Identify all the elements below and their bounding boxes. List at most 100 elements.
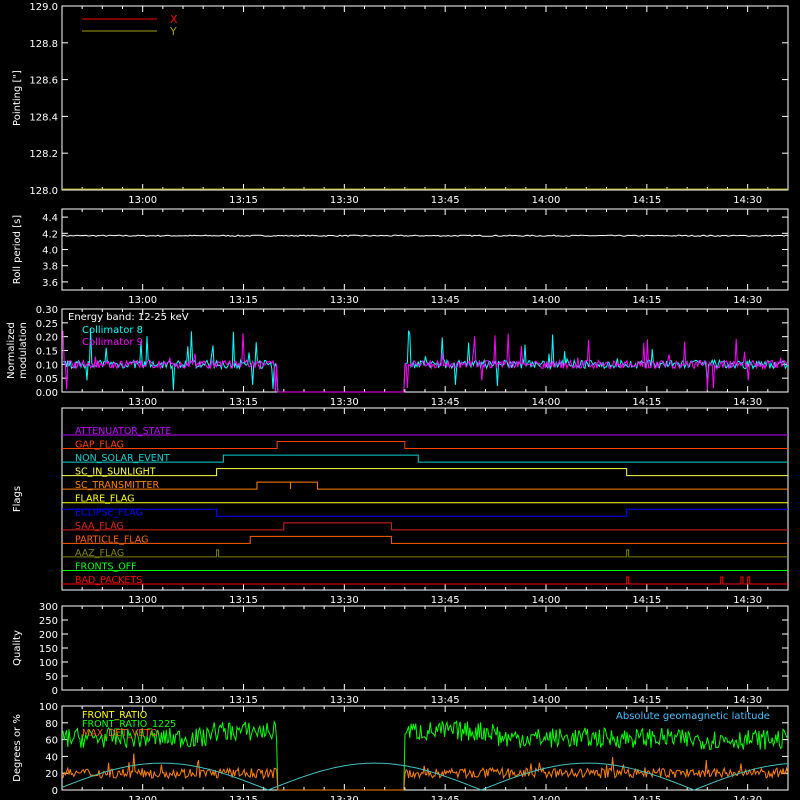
- x-tick-label: 13:30: [330, 795, 359, 800]
- y-tick-label: 129.0: [29, 2, 58, 13]
- x-tick-label: 13:00: [128, 695, 157, 706]
- x-tick-label: 13:30: [330, 397, 359, 408]
- y-tick-label: 20: [45, 769, 58, 780]
- x-tick-label: 14:30: [733, 195, 762, 206]
- x-tick-label: 14:30: [733, 695, 762, 706]
- y-tick-label: 250: [39, 616, 58, 627]
- x-tick-label: 14:00: [532, 195, 561, 206]
- legend-title: Energy band: 12-25 keV: [68, 312, 189, 323]
- y-axis-label: Quality: [12, 630, 23, 666]
- x-tick-label: 13:15: [229, 195, 258, 206]
- y-axis-label: Roll period [s]: [12, 215, 23, 284]
- x-tick-label: 14:30: [733, 397, 762, 408]
- x-tick-label: 13:15: [229, 295, 258, 306]
- x-tick-label: 13:15: [229, 595, 258, 606]
- flag-label: AAZ_FLAG: [75, 548, 124, 559]
- y-tick-label: 200: [39, 630, 58, 641]
- flag-line-sc_in_sunlight: [62, 468, 788, 477]
- x-tick-label: 14:00: [532, 295, 561, 306]
- flag-line-non_solar_event: [62, 454, 788, 463]
- x-tick-label: 14:15: [632, 595, 661, 606]
- x-tick-label: 14:15: [632, 695, 661, 706]
- legend-label: Collimator 8: [82, 325, 143, 336]
- y-tick-label: 0.10: [36, 360, 58, 371]
- x-tick-label: 13:45: [431, 295, 460, 306]
- x-tick-label: 13:00: [128, 195, 157, 206]
- x-tick-label: 13:00: [128, 795, 157, 800]
- flag-label: NON_SOLAR_EVENT: [75, 453, 170, 464]
- x-tick-label: 14:00: [532, 397, 561, 408]
- panel-frame-1: [61, 208, 789, 291]
- x-tick-label: 14:15: [632, 195, 661, 206]
- x-tick-label: 13:15: [229, 397, 258, 408]
- flag-line-saa_flag: [62, 522, 788, 531]
- x-tick-label: 13:00: [128, 295, 157, 306]
- x-tick-label: 14:00: [532, 795, 561, 800]
- y-axis-label: Pointing ["]: [12, 70, 23, 126]
- y-tick-label: 4.4: [42, 213, 58, 224]
- flag-label: SC_IN_SUNLIGHT: [75, 467, 156, 478]
- x-tick-label: 14:30: [733, 595, 762, 606]
- y-tick-label: 128.2: [29, 149, 58, 160]
- panel-frame-4: [61, 605, 789, 691]
- geomagnetic-latitude-series: [61, 762, 789, 791]
- y-tick-label: 50: [45, 672, 58, 683]
- flag-line-sc_transmitter: [62, 481, 788, 490]
- flag-label: PARTICLE_FLAG: [75, 534, 148, 545]
- y-tick-label: 4.0: [42, 246, 58, 257]
- y-tick-label: 0.15: [36, 347, 58, 358]
- x-tick-label: 14:15: [632, 795, 661, 800]
- flag-label: FRONTS_OFF: [75, 561, 137, 572]
- y-tick-label: 80: [45, 719, 58, 730]
- front-ratio-1225-series: [62, 719, 789, 791]
- rhessi-quicklook: 13:00 13:15 13:30 13:45 14:00 14:15 14:30 13:00…: [0, 0, 800, 800]
- x-tick-label: 13:00: [128, 397, 157, 408]
- x-tick-label: 13:15: [229, 795, 258, 800]
- y-tick-label: 300: [39, 602, 58, 613]
- x-tick-label: 14:30: [733, 295, 762, 306]
- legend-label-right: Absolute geomagnetic latitude: [616, 711, 770, 722]
- x-tick-label: 13:45: [431, 397, 460, 408]
- legend-label: MAX_DET_VETO: [82, 728, 158, 739]
- y-tick-label: 100: [39, 658, 58, 669]
- y-tick-label: 128.6: [29, 76, 58, 87]
- x-tick-label: 14:00: [532, 595, 561, 606]
- x-tick-label: 13:30: [330, 695, 359, 706]
- legend-label: Y: [169, 25, 177, 38]
- x-tick-label: 13:45: [431, 795, 460, 800]
- x-tick-label: 13:30: [330, 295, 359, 306]
- x-tick-label: 13:15: [229, 695, 258, 706]
- y-tick-label: 4.2: [42, 229, 58, 240]
- flag-label: ECLIPSE_FLAG: [75, 507, 143, 518]
- flag-label: BAD_PACKETS: [75, 575, 142, 586]
- flag-label: FLARE_FLAG: [75, 494, 135, 505]
- y-tick-label: 128.0: [29, 186, 58, 197]
- x-tick-label: 13:45: [431, 195, 460, 206]
- y-tick-label: 0.25: [36, 319, 58, 330]
- x-tick-label: 14:15: [632, 397, 661, 408]
- y-tick-label: 60: [45, 736, 58, 747]
- x-tick-label: 13:00: [128, 595, 157, 606]
- y-tick-label: 0.20: [36, 333, 58, 344]
- x-tick-label: 14:15: [632, 295, 661, 306]
- y-tick-label: 40: [45, 752, 58, 763]
- y-tick-label: 0.30: [36, 305, 58, 316]
- flag-line-aaz_flag: [62, 549, 788, 558]
- x-tick-label: 13:45: [431, 695, 460, 706]
- y-tick-label: 3.8: [42, 262, 58, 273]
- flag-label: GAP_FLAG: [75, 440, 124, 451]
- legend-label: Collimator 9: [82, 337, 143, 348]
- x-tick-label: 13:45: [431, 595, 460, 606]
- flag-line-eclipse_flag: [62, 508, 788, 517]
- y-tick-label: 0.05: [36, 374, 58, 385]
- x-tick-label: 13:30: [330, 595, 359, 606]
- y-tick-label: 128.8: [29, 39, 58, 50]
- modulation-series-0: [62, 328, 789, 393]
- flag-label: SAA_FLAG: [75, 521, 124, 532]
- x-tick-label: 14:00: [532, 695, 561, 706]
- y-tick-label: 0: [52, 686, 58, 697]
- flag-line-bad_packets: [62, 576, 788, 585]
- y-tick-label: 3.6: [42, 278, 58, 289]
- y-tick-label: 100: [39, 702, 58, 713]
- y-tick-label: 0: [52, 786, 58, 797]
